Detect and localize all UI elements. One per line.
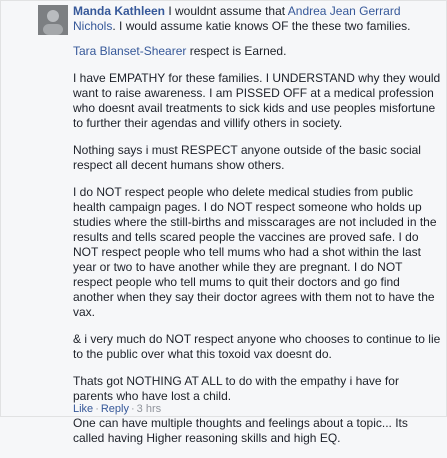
timestamp[interactable]: 3 hrs xyxy=(137,403,161,415)
comment-mention-line: Tara Blanset-Shearer respect is Earned. xyxy=(73,44,441,59)
comment-paragraph: I have EMPATHY for these families. I UND… xyxy=(73,71,441,130)
mention-line-text: respect is Earned. xyxy=(186,44,287,58)
comment: Manda Kathleen I wouldnt assume that And… xyxy=(0,0,447,445)
comment-paragraph: Thats got NOTHING AT ALL to do with the … xyxy=(73,374,399,403)
comment-paragraph: Nothing says i must RESPECT anyone outsi… xyxy=(73,143,421,172)
avatar-image xyxy=(38,5,68,35)
separator-dot: · xyxy=(95,403,99,415)
comment-paragraph: & i very much do NOT respect anyone who … xyxy=(73,332,441,361)
intro-text-2: . I would assume katie knows OF the thes… xyxy=(112,19,411,33)
comment-paragraph: I do NOT respect people who delete medic… xyxy=(73,185,437,319)
mention-link-2[interactable]: Tara Blanset-Shearer xyxy=(73,44,186,58)
reply-link[interactable]: Reply xyxy=(101,403,129,415)
author-name[interactable]: Manda Kathleen xyxy=(73,4,165,18)
separator-dot: · xyxy=(130,403,135,415)
comment-body: Manda Kathleen I wouldnt assume that And… xyxy=(73,4,441,458)
comment-paragraph: One can have multiple thoughts and feeli… xyxy=(73,416,408,445)
comment-actions: Like · Reply · 3 hrs xyxy=(73,402,161,416)
like-link[interactable]: Like xyxy=(73,403,93,415)
intro-text: I wouldnt assume that xyxy=(165,4,288,18)
avatar[interactable] xyxy=(38,5,68,35)
comment-intro: Manda Kathleen I wouldnt assume that And… xyxy=(73,4,441,34)
